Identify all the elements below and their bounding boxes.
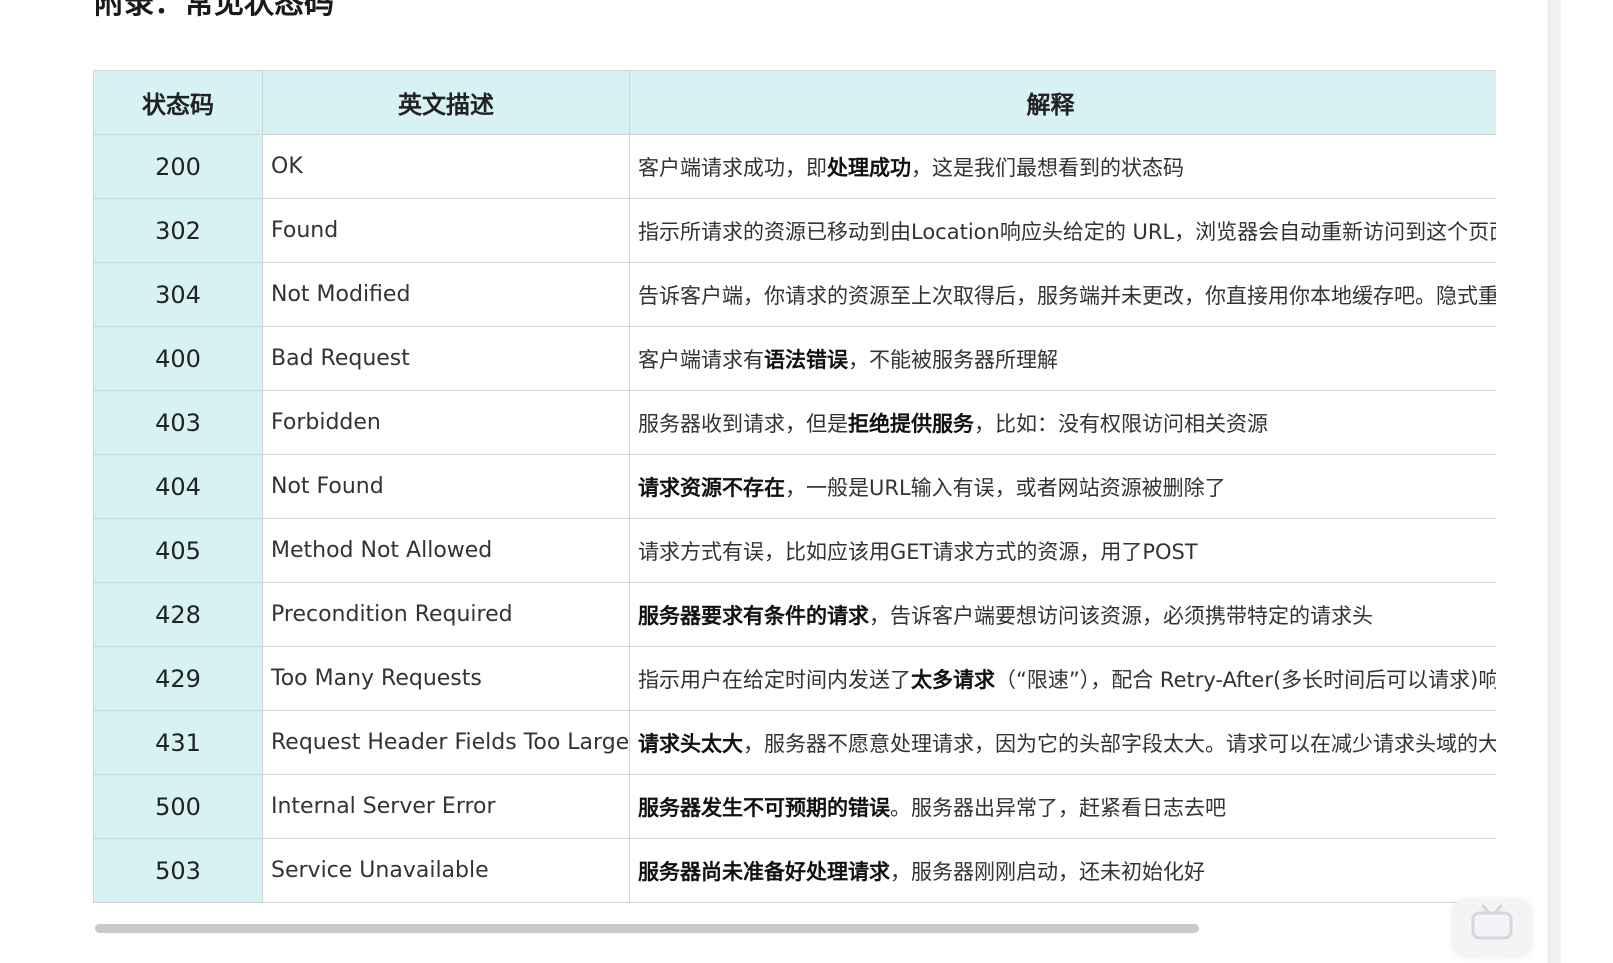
vertical-scrollbar[interactable]	[1548, 0, 1561, 963]
explanation-cell: 服务器尚未准备好处理请求，服务器刚刚启动，还未初始化好	[629, 838, 1496, 903]
english-description-cell: Method Not Allowed	[262, 518, 630, 583]
status-code-cell: 404	[93, 454, 263, 519]
explanation-emphasis: 语法错误	[764, 347, 848, 372]
explanation-cell: 告诉客户端，你请求的资源至上次取得后，服务端并未更改，你直接用你本地缓存吧。隐式…	[629, 262, 1496, 327]
table-row: 503 Service Unavailable 服务器尚未准备好处理请求，服务器刚刚…	[93, 838, 1496, 903]
status-code-cell: 428	[93, 582, 263, 647]
explanation-text: ，告诉客户端要想访问该资源，必须携带特定的请求头	[869, 603, 1373, 628]
table-row: 428 Precondition Required 服务器要求有条件的请求，告诉客户…	[93, 582, 1496, 647]
explanation-text: ，服务器刚刚启动，还未初始化好	[890, 859, 1205, 884]
explanation-text: 指示所请求的资源已移动到由Location响应头给定的 URL，浏览器会自动重新…	[638, 219, 1496, 244]
explanation-cell: 指示所请求的资源已移动到由Location响应头给定的 URL，浏览器会自动重新…	[629, 198, 1496, 263]
explanation-emphasis: 请求头太大	[638, 731, 743, 756]
explanation-text: ，不能被服务器所理解	[848, 347, 1058, 372]
explanation-cell: 服务器收到请求，但是拒绝提供服务，比如：没有权限访问相关资源	[629, 390, 1496, 455]
english-description-cell: Not Found	[262, 454, 630, 519]
table-row: 405 Method Not Allowed 请求方式有误，比如应该用GET请求方式…	[93, 518, 1496, 583]
table-row: 403 Forbidden 服务器收到请求，但是拒绝提供服务，比如：没有权限访问相关…	[93, 390, 1496, 455]
explanation-cell: 服务器要求有条件的请求，告诉客户端要想访问该资源，必须携带特定的请求头	[629, 582, 1496, 647]
status-code-table-container[interactable]: 状态码 英文描述 解释 200 OK 客户端请求成功，即处理成功，这是我们最想看到的…	[93, 70, 1496, 938]
explanation-cell: 服务器发生不可预期的错误。服务器出异常了，赶紧看日志去吧	[629, 774, 1496, 839]
table-row: 500 Internal Server Error 服务器发生不可预期的错误。服务器…	[93, 774, 1496, 839]
status-code-cell: 431	[93, 710, 263, 775]
table-row: 400 Bad Request 客户端请求有语法错误，不能被服务器所理解	[93, 326, 1496, 391]
explanation-cell: 请求方式有误，比如应该用GET请求方式的资源，用了POST	[629, 518, 1496, 583]
explanation-text: （“限速”），配合 Retry-After(多长时间后可以请求)响应头一起使用	[995, 667, 1496, 692]
explanation-text: ，比如：没有权限访问相关资源	[974, 411, 1268, 436]
explanation-emphasis: 处理成功	[827, 155, 911, 180]
explanation-text: 。服务器出异常了，赶紧看日志去吧	[890, 795, 1226, 820]
status-code-cell: 429	[93, 646, 263, 711]
explanation-emphasis: 服务器要求有条件的请求	[638, 603, 869, 628]
english-description-cell: Not Modified	[262, 262, 630, 327]
table-row: 429 Too Many Requests 指示用户在给定时间内发送了太多请求（“限…	[93, 646, 1496, 711]
explanation-text: ，一般是URL输入有误，或者网站资源被删除了	[785, 475, 1226, 500]
explanation-text: ，服务器不愿意处理请求，因为它的头部字段太大。请求可以在减少请求头域的大小后重新…	[743, 731, 1496, 756]
explanation-emphasis: 服务器发生不可预期的错误	[638, 795, 890, 820]
page-title: 附录：常见状态码	[94, 0, 334, 21]
explanation-emphasis: 服务器尚未准备好处理请求	[638, 859, 890, 884]
explanation-emphasis: 太多请求	[911, 667, 995, 692]
table-body: 200 OK 客户端请求成功，即处理成功，这是我们最想看到的状态码 302 Found 指…	[93, 134, 1496, 903]
explanation-text: 指示用户在给定时间内发送了	[638, 667, 911, 692]
english-description-cell: Request Header Fields Too Large	[262, 710, 630, 775]
table-row: 200 OK 客户端请求成功，即处理成功，这是我们最想看到的状态码	[93, 134, 1496, 199]
explanation-text: 服务器收到请求，但是	[638, 411, 848, 436]
status-code-cell: 503	[93, 838, 263, 903]
explanation-text: 客户端请求成功，即	[638, 155, 827, 180]
english-description-cell: Precondition Required	[262, 582, 630, 647]
status-code-cell: 405	[93, 518, 263, 583]
explanation-emphasis: 拒绝提供服务	[848, 411, 974, 436]
english-description-cell: Bad Request	[262, 326, 630, 391]
explanation-text: 告诉客户端，你请求的资源至上次取得后，服务端并未更改，你直接用你本地缓存吧。隐式…	[638, 283, 1496, 308]
english-description-cell: Internal Server Error	[262, 774, 630, 839]
explanation-cell: 指示用户在给定时间内发送了太多请求（“限速”），配合 Retry-After(多…	[629, 646, 1496, 711]
english-description-cell: Too Many Requests	[262, 646, 630, 711]
table-row: 302 Found 指示所请求的资源已移动到由Location响应头给定的 URL，…	[93, 198, 1496, 263]
english-description-cell: Forbidden	[262, 390, 630, 455]
horizontal-scrollbar-thumb[interactable]	[95, 924, 1199, 933]
status-code-cell: 304	[93, 262, 263, 327]
explanation-cell: 客户端请求有语法错误，不能被服务器所理解	[629, 326, 1496, 391]
header-english-description: 英文描述	[262, 70, 630, 135]
horizontal-scrollbar[interactable]	[93, 922, 1496, 934]
explanation-emphasis: 请求资源不存在	[638, 475, 785, 500]
explanation-text: 客户端请求有	[638, 347, 764, 372]
table-row: 404 Not Found 请求资源不存在，一般是URL输入有误，或者网站资源被删除…	[93, 454, 1496, 519]
explanation-cell: 客户端请求成功，即处理成功，这是我们最想看到的状态码	[629, 134, 1496, 199]
tv-icon	[1471, 904, 1513, 940]
explanation-text: ，这是我们最想看到的状态码	[911, 155, 1184, 180]
explanation-cell: 请求资源不存在，一般是URL输入有误，或者网站资源被删除了	[629, 454, 1496, 519]
header-explanation: 解释	[629, 70, 1496, 135]
english-description-cell: OK	[262, 134, 630, 199]
status-code-cell: 400	[93, 326, 263, 391]
status-code-cell: 403	[93, 390, 263, 455]
header-status-code: 状态码	[93, 70, 263, 135]
english-description-cell: Service Unavailable	[262, 838, 630, 903]
status-code-cell: 200	[93, 134, 263, 199]
table-header-row: 状态码 英文描述 解释	[93, 70, 1496, 135]
english-description-cell: Found	[262, 198, 630, 263]
table-row: 431 Request Header Fields Too Large 请求头太大，…	[93, 710, 1496, 775]
status-code-cell: 302	[93, 198, 263, 263]
explanation-text: 请求方式有误，比如应该用GET请求方式的资源，用了POST	[638, 539, 1198, 564]
status-code-cell: 500	[93, 774, 263, 839]
status-code-table: 状态码 英文描述 解释 200 OK 客户端请求成功，即处理成功，这是我们最想看到的…	[93, 70, 1496, 903]
floating-widget[interactable]	[1452, 898, 1532, 958]
table-row: 304 Not Modified 告诉客户端，你请求的资源至上次取得后，服务端并未更…	[93, 262, 1496, 327]
explanation-cell: 请求头太大，服务器不愿意处理请求，因为它的头部字段太大。请求可以在减少请求头域的…	[629, 710, 1496, 775]
